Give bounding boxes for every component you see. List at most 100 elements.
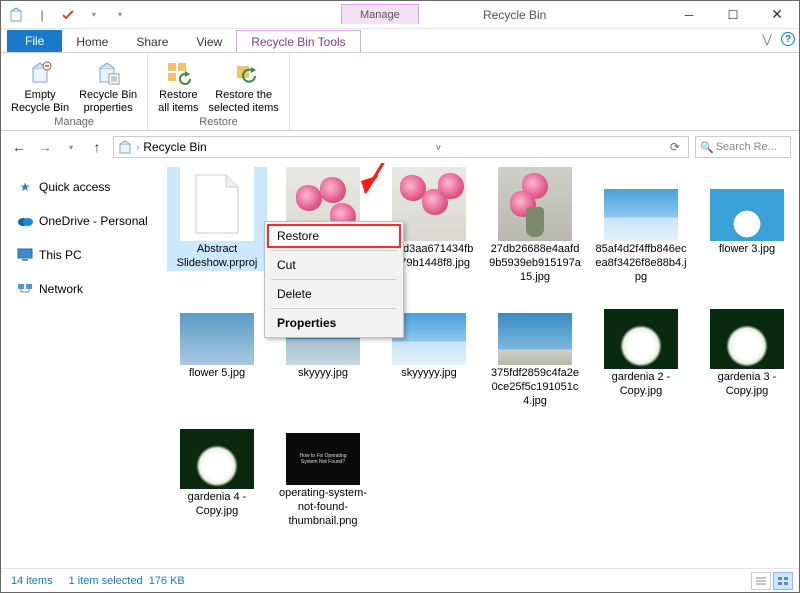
location-icon [118,140,132,154]
ribbon: Empty Recycle Bin Recycle Bin properties… [1,53,799,131]
bin-properties-label: Recycle Bin properties [79,89,137,114]
qat-checkmark-icon[interactable] [57,4,79,26]
image-thumbnail [180,313,254,365]
nav-this-pc-label: This PC [39,248,82,262]
tab-recycle-bin-tools[interactable]: Recycle Bin Tools [236,30,361,52]
search-placeholder: Search Re... [716,141,777,153]
search-box[interactable]: 🔍 Search Re... [695,136,791,158]
nav-this-pc[interactable]: This PC [15,243,154,267]
restore-all-icon [164,59,192,87]
back-button[interactable]: ← [9,137,29,157]
status-bar: 14 items 1 item selected 176 KB [1,568,799,592]
file-label: gardenia 4 - Copy.jpg [169,491,265,519]
image-thumbnail [710,309,784,369]
address-bar[interactable]: › Recycle Bin v ⟳ [113,136,689,158]
refresh-button[interactable]: ⟳ [670,140,680,154]
image-thumbnail [180,429,254,489]
context-menu-separator [271,308,397,309]
image-thumbnail [604,189,678,241]
onedrive-icon [17,213,33,229]
view-details-button[interactable] [751,572,771,590]
tab-view[interactable]: View [182,31,236,52]
file-item-flower-3[interactable]: flower 3.jpg [697,167,797,257]
recycle-bin-properties-button[interactable]: Recycle Bin properties [75,57,141,116]
context-menu: Restore Cut Delete Properties [264,221,404,338]
ribbon-tabs: File Home Share View Recycle Bin Tools ⋁… [1,29,799,53]
status-item-count: 14 items [11,575,53,587]
restore-all-items-button[interactable]: Restore all items [154,57,202,116]
nav-quick-access[interactable]: ★ Quick access [15,175,154,199]
this-pc-icon [17,247,33,263]
tab-share[interactable]: Share [122,31,182,52]
nav-network[interactable]: Network [15,277,154,301]
ribbon-group-restore: Restore [199,116,238,130]
nav-onedrive-label: OneDrive - Personal [39,214,148,228]
file-item-city-sky[interactable]: 375fdf2859c4fa2e0ce25f5c191051c4.jpg [485,303,585,408]
file-item-gardenia-2[interactable]: gardenia 2 - Copy.jpg [591,303,691,399]
forward-button[interactable]: → [35,137,55,157]
context-menu-properties[interactable]: Properties [267,311,401,335]
context-menu-delete[interactable]: Delete [267,282,401,306]
file-label: flower 5.jpg [169,367,265,381]
status-selection-size: 176 KB [149,575,185,587]
file-label: gardenia 3 - Copy.jpg [699,371,795,399]
search-icon: 🔍 [700,141,714,154]
title-bar: | ▾ ▾ Manage Recycle Bin ─ ☐ ✕ [1,1,799,29]
navigation-pane: ★ Quick access OneDrive - Personal This P… [1,163,155,561]
qat-dropdown-icon[interactable]: ▾ [83,4,105,26]
file-label: skyyyyy.jpg [381,367,477,381]
maximize-button[interactable]: ☐ [711,1,755,28]
context-menu-restore[interactable]: Restore [267,224,401,248]
collapse-ribbon-icon[interactable]: ⋁ [759,31,775,47]
file-item-sky-1[interactable]: 85af4d2f4ffb846ecea8f3426f8e88b4.jpg [591,167,691,284]
help-icon[interactable]: ? [781,32,795,46]
image-thumbnail: How to Fix OperatingSystem Not Found? [286,433,360,485]
image-thumbnail [710,189,784,241]
file-label: skyyyy.jpg [275,367,371,381]
breadcrumb-location[interactable]: Recycle Bin [143,140,206,154]
context-menu-separator [271,279,397,280]
file-thumbnail [180,167,254,241]
file-label: gardenia 2 - Copy.jpg [593,371,689,399]
file-item-abstract-slideshow[interactable]: Abstract Slideshow.prproj [167,167,267,271]
up-button[interactable]: ↑ [87,137,107,157]
breadcrumb-chevron-icon[interactable]: › [136,142,139,153]
restore-selected-icon [230,59,258,87]
file-item-rose-vase[interactable]: 27db26688e4aafd9b5939eb915197a15.jpg [485,167,585,284]
tab-home[interactable]: Home [62,31,122,52]
empty-recycle-bin-button[interactable]: Empty Recycle Bin [7,57,73,116]
image-thumbnail [498,313,572,365]
minimize-button[interactable]: ─ [667,1,711,28]
file-item-flower-5[interactable]: flower 5.jpg [167,303,267,381]
items-view[interactable]: Abstract Slideshow.prproj 588d3aa671434f… [155,163,799,561]
nav-network-label: Network [39,282,83,296]
context-menu-cut[interactable]: Cut [267,253,401,277]
nav-quick-access-label: Quick access [39,180,110,194]
file-label: flower 3.jpg [699,243,795,257]
recent-locations-dropdown[interactable]: ▾ [61,137,81,157]
address-bar-row: ← → ▾ ↑ › Recycle Bin v ⟳ 🔍 Search Re... [1,131,799,163]
file-label: Abstract Slideshow.prproj [169,243,265,271]
quick-access-icon: ★ [17,179,33,195]
qat-overflow[interactable]: ▾ [109,4,131,26]
context-menu-separator [271,250,397,251]
file-label: 27db26688e4aafd9b5939eb915197a15.jpg [487,243,583,284]
empty-bin-label: Empty Recycle Bin [11,89,69,114]
qat-separator: | [31,4,53,26]
image-thumbnail [498,167,572,241]
close-button[interactable]: ✕ [755,1,799,28]
recycle-bin-icon[interactable] [5,4,27,26]
empty-bin-icon [26,59,54,87]
file-item-os-not-found[interactable]: How to Fix OperatingSystem Not Found? op… [273,423,373,528]
view-icons-button[interactable] [773,572,793,590]
file-item-gardenia-3[interactable]: gardenia 3 - Copy.jpg [697,303,797,399]
address-dropdown-icon[interactable]: v [436,142,441,152]
nav-onedrive[interactable]: OneDrive - Personal [15,209,154,233]
restore-selected-items-button[interactable]: Restore the selected items [205,57,283,116]
restore-all-label: Restore all items [158,89,198,114]
file-item-gardenia-4[interactable]: gardenia 4 - Copy.jpg [167,423,267,519]
image-thumbnail [604,309,678,369]
network-icon [17,281,33,297]
status-selection-count: 1 item selected [69,575,143,587]
tab-file[interactable]: File [7,30,62,52]
